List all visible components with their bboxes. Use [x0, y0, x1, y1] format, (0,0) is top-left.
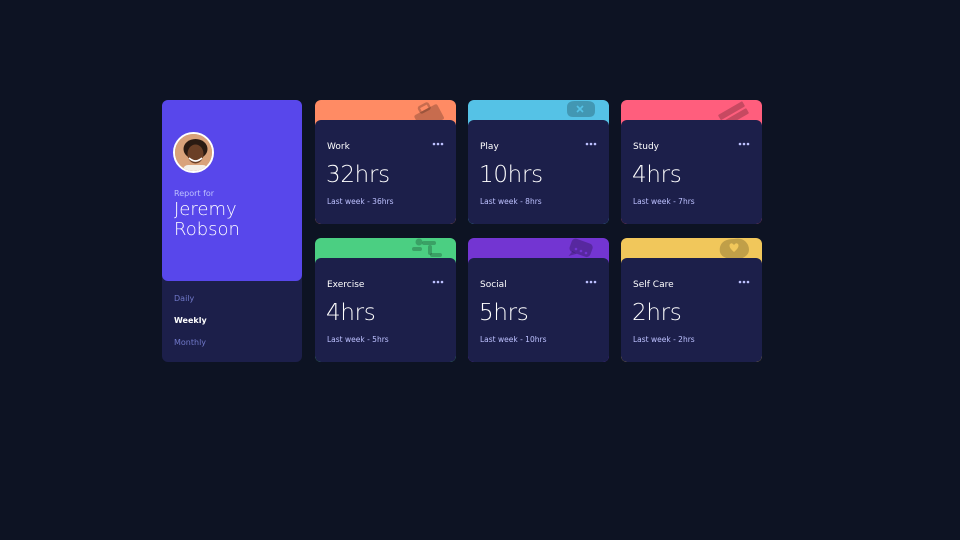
card-body: Study 4hrs Last week - 7hrs [621, 120, 762, 224]
card-title: Exercise [327, 280, 365, 290]
period-weekly[interactable]: Weekly [174, 316, 207, 338]
ellipsis-icon[interactable] [584, 278, 598, 286]
current-hours: 5hrs [479, 300, 529, 326]
card-exercise: Exercise 4hrs Last week - 5hrs [315, 238, 456, 362]
card-title: Work [327, 142, 350, 152]
ellipsis-icon[interactable] [431, 140, 445, 148]
current-hours: 32hrs [326, 162, 390, 188]
current-hours: 2hrs [632, 300, 682, 326]
current-hours: 4hrs [326, 300, 376, 326]
card-title: Self Care [633, 280, 674, 290]
card-self-care: Self Care 2hrs Last week - 2hrs [621, 238, 762, 362]
card-title: Social [480, 280, 507, 290]
card-work: Work 32hrs Last week - 36hrs [315, 100, 456, 224]
previous-hours: Last week - 8hrs [480, 197, 542, 206]
card-social: Social 5hrs Last week - 10hrs [468, 238, 609, 362]
previous-hours: Last week - 36hrs [327, 197, 394, 206]
previous-hours: Last week - 7hrs [633, 197, 695, 206]
card-body: Social 5hrs Last week - 10hrs [468, 258, 609, 362]
card-play: Play 10hrs Last week - 8hrs [468, 100, 609, 224]
previous-hours: Last week - 5hrs [327, 335, 389, 344]
period-selector: Daily Weekly Monthly [174, 294, 207, 360]
card-title: Play [480, 142, 499, 152]
avatar [173, 132, 214, 173]
ellipsis-icon[interactable] [737, 140, 751, 148]
card-study: Study 4hrs Last week - 7hrs [621, 100, 762, 224]
user-name: Jeremy Robson [174, 199, 240, 240]
previous-hours: Last week - 10hrs [480, 335, 547, 344]
card-title: Study [633, 142, 659, 152]
profile-card: Report for Jeremy Robson Daily Weekly Mo… [162, 100, 302, 362]
period-monthly[interactable]: Monthly [174, 338, 207, 360]
period-daily[interactable]: Daily [174, 294, 207, 316]
ellipsis-icon[interactable] [584, 140, 598, 148]
ellipsis-icon[interactable] [431, 278, 445, 286]
current-hours: 4hrs [632, 162, 682, 188]
card-body: Self Care 2hrs Last week - 2hrs [621, 258, 762, 362]
card-body: Play 10hrs Last week - 8hrs [468, 120, 609, 224]
card-body: Exercise 4hrs Last week - 5hrs [315, 258, 456, 362]
previous-hours: Last week - 2hrs [633, 335, 695, 344]
report-for-label: Report for [174, 189, 215, 198]
profile-header: Report for Jeremy Robson [162, 100, 302, 281]
current-hours: 10hrs [479, 162, 543, 188]
ellipsis-icon[interactable] [737, 278, 751, 286]
card-body: Work 32hrs Last week - 36hrs [315, 120, 456, 224]
